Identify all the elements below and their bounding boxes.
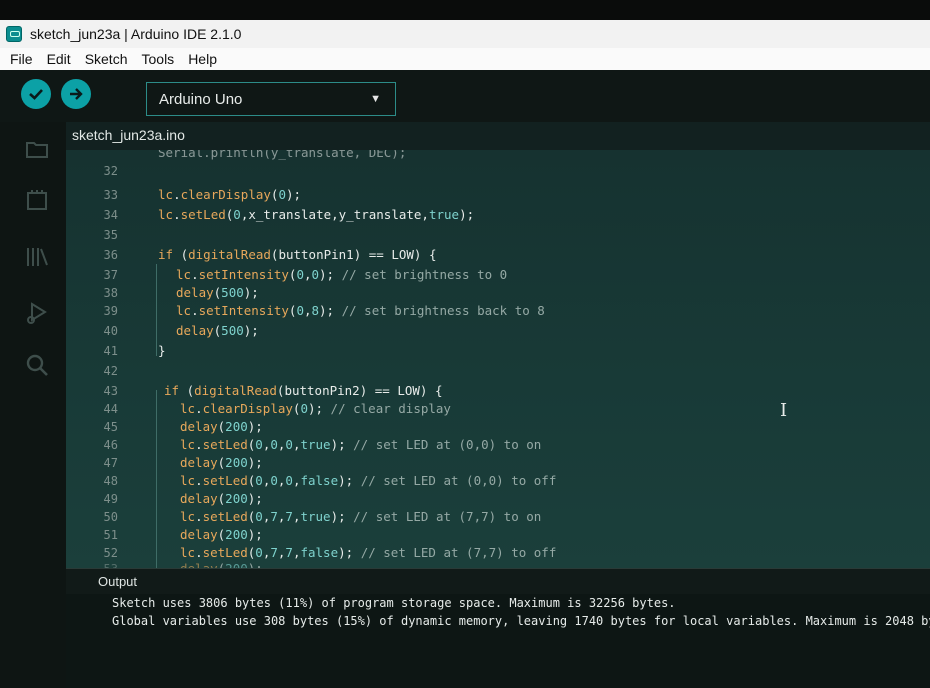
line-number: 47 xyxy=(103,456,118,470)
checkmark-icon xyxy=(29,89,43,100)
code-line: delay(200); xyxy=(180,419,263,434)
code-line: lc.setIntensity(0,8); // set brightness … xyxy=(176,303,545,318)
line-number: 34 xyxy=(103,208,118,222)
indent-guide xyxy=(156,264,157,356)
debug-icon[interactable] xyxy=(24,300,50,326)
code-line: lc.setLed(0,0,0,true); // set LED at (0,… xyxy=(180,437,542,452)
line-number: 53 xyxy=(88,560,118,568)
menu-bar: File Edit Sketch Tools Help xyxy=(0,48,930,71)
upload-button[interactable] xyxy=(61,79,91,109)
line-number: 36 xyxy=(103,248,118,262)
menu-tools[interactable]: Tools xyxy=(142,51,175,67)
output-line: Sketch uses 3806 bytes (11%) of program … xyxy=(112,596,676,610)
code-line: delay(200); xyxy=(180,527,263,542)
code-editor[interactable]: Serial.println(y_translate, DEC); 32 33 … xyxy=(66,150,930,568)
code-line: delay(200); xyxy=(180,455,263,470)
line-number: 51 xyxy=(103,528,118,542)
line-number: 40 xyxy=(103,324,118,338)
line-number: 45 xyxy=(103,420,118,434)
code-line: delay(200); xyxy=(180,560,263,568)
line-number: 42 xyxy=(103,364,118,378)
code-line: if (digitalRead(buttonPin2) == LOW) { xyxy=(164,383,443,398)
title-bar: sketch_jun23a | Arduino IDE 2.1.0 xyxy=(0,20,930,48)
sidebar xyxy=(0,122,66,688)
code-line: delay(500); xyxy=(176,323,259,338)
search-icon[interactable] xyxy=(24,352,50,378)
menu-file[interactable]: File xyxy=(10,51,33,67)
code-line: delay(500); xyxy=(176,285,259,300)
code-line: lc.clearDisplay(0); // clear display xyxy=(180,401,451,416)
line-number: 44 xyxy=(103,402,118,416)
toolbar: Arduino Uno ▼ xyxy=(0,70,930,122)
board-icon[interactable] xyxy=(24,188,50,214)
output-console[interactable]: Sketch uses 3806 bytes (11%) of program … xyxy=(66,594,930,688)
line-number: 39 xyxy=(103,304,118,318)
code-line: delay(200); xyxy=(180,491,263,506)
code-line: lc.setIntensity(0,0); // set brightness … xyxy=(176,267,508,282)
line-number: 48 xyxy=(103,474,118,488)
board-name: Arduino Uno xyxy=(159,90,243,108)
line-number: 49 xyxy=(103,492,118,506)
line-number: 46 xyxy=(103,438,118,452)
code-line: lc.clearDisplay(0); xyxy=(158,187,302,202)
monitor-bezel xyxy=(0,0,930,22)
line-number: 35 xyxy=(103,228,118,242)
code-line: } xyxy=(158,343,166,358)
line-number: 37 xyxy=(103,268,118,282)
library-icon[interactable] xyxy=(24,244,50,270)
verify-button[interactable] xyxy=(21,79,51,109)
code-line-partial: Serial.println(y_translate, DEC); xyxy=(158,150,407,160)
menu-help[interactable]: Help xyxy=(188,51,217,67)
line-number: 43 xyxy=(103,384,118,398)
output-panel-header: Output xyxy=(66,568,930,595)
chevron-down-icon: ▼ xyxy=(370,93,381,105)
text-cursor-icon: I xyxy=(780,400,788,421)
indent-guide xyxy=(156,390,157,568)
output-title: Output xyxy=(98,574,138,589)
code-line: lc.setLed(0,7,7,true); // set LED at (7,… xyxy=(180,509,542,524)
code-line: lc.setLed(0,x_translate,y_translate,true… xyxy=(158,207,475,222)
board-selector[interactable]: Arduino Uno ▼ xyxy=(146,82,396,116)
editor-tabs: sketch_jun23a.ino xyxy=(66,122,930,150)
line-number: 41 xyxy=(103,344,118,358)
tab-sketch-file[interactable]: sketch_jun23a.ino xyxy=(72,127,185,143)
line-number: 33 xyxy=(103,188,118,202)
line-number: 38 xyxy=(103,286,118,300)
menu-sketch[interactable]: Sketch xyxy=(85,51,128,67)
code-line: if (digitalRead(buttonPin1) == LOW) { xyxy=(158,247,437,262)
menu-edit[interactable]: Edit xyxy=(47,51,71,67)
arduino-app-icon xyxy=(6,26,22,42)
output-line: Global variables use 308 bytes (15%) of … xyxy=(112,614,930,628)
arrow-right-icon xyxy=(70,88,83,100)
code-line: lc.setLed(0,0,0,false); // set LED at (0… xyxy=(180,473,557,488)
window-title: sketch_jun23a | Arduino IDE 2.1.0 xyxy=(30,26,242,42)
folder-icon[interactable] xyxy=(24,136,50,162)
line-number: 32 xyxy=(103,164,118,178)
line-number: 50 xyxy=(103,510,118,524)
